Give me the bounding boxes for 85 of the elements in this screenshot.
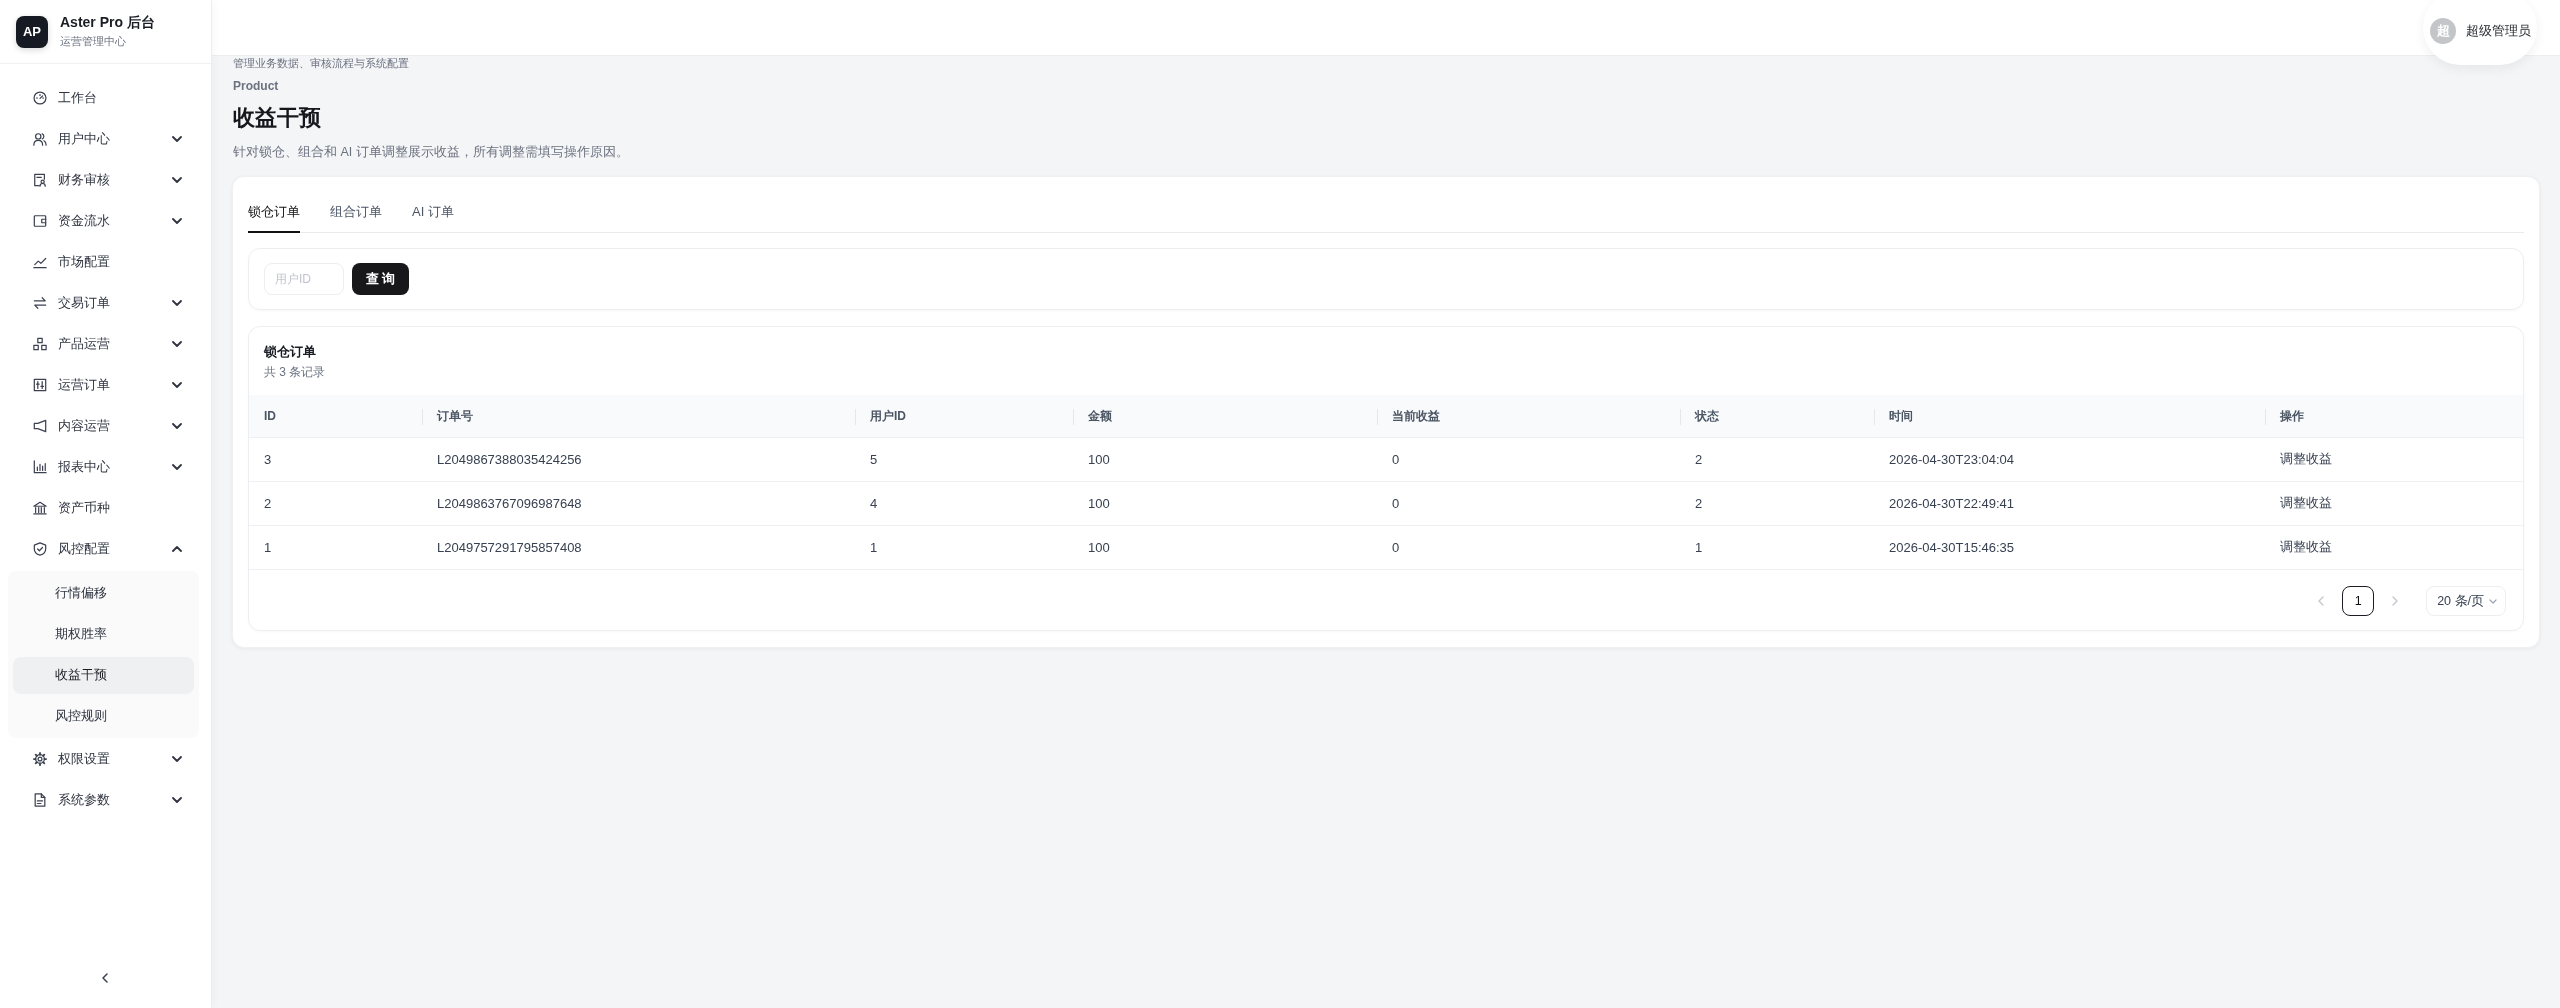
table-cell: 2: [1680, 438, 1874, 482]
nav-item[interactable]: 内容运营: [0, 405, 211, 446]
table-cell: L2049757291795857408: [422, 526, 855, 570]
nav-item[interactable]: 系统参数: [0, 779, 211, 820]
table-cell: 5: [855, 438, 1073, 482]
bar-chart-icon: [33, 459, 47, 474]
table-cell: 100: [1073, 438, 1377, 482]
sliders-icon: [33, 377, 47, 392]
page-button[interactable]: 1: [2342, 586, 2375, 616]
gauge-icon: [33, 90, 47, 105]
query-button[interactable]: 查 询: [352, 263, 409, 295]
table-cell: 1: [1680, 526, 1874, 570]
tab[interactable]: 锁仓订单: [248, 193, 300, 233]
bank-icon: [33, 500, 47, 515]
submenu-item[interactable]: 风控规则: [13, 697, 194, 735]
nav-item[interactable]: 市场配置: [0, 241, 211, 282]
submenu-item[interactable]: 行情偏移: [13, 574, 194, 612]
user-name: 超级管理员: [2466, 22, 2531, 40]
nav-item[interactable]: 运营订单: [0, 364, 211, 405]
app-subtitle: 运营管理中心: [60, 33, 127, 48]
avatar: 超: [2430, 18, 2456, 44]
table-cell: 2026-04-30T15:46:35: [1874, 526, 2265, 570]
adjust-link[interactable]: 调整收益: [2280, 495, 2332, 512]
page-title: 收益干预: [233, 104, 322, 132]
megaphone-icon: [33, 418, 47, 433]
submenu-item[interactable]: 期权胜率: [13, 615, 194, 653]
page-description: 针对锁仓、组合和 AI 订单调整展示收益，所有调整需填写操作原因。: [233, 144, 630, 161]
table-cell: 1: [249, 526, 422, 570]
caret-down-icon: [2489, 598, 2497, 604]
table-cell: 4: [855, 482, 1073, 526]
record-count: 共 3 条记录: [264, 364, 327, 381]
page-size-select[interactable]: 20 条/页: [2426, 586, 2506, 616]
adjust-link[interactable]: 调整收益: [2280, 539, 2332, 556]
boxes-icon: [33, 336, 47, 351]
tab[interactable]: AI 订单: [412, 193, 454, 233]
nav-item[interactable]: 风控配置: [0, 528, 211, 569]
table-cell: 100: [1073, 526, 1377, 570]
chevron-left-icon: [2318, 596, 2325, 606]
column-header: 状态: [1680, 395, 1874, 438]
adjust-link[interactable]: 调整收益: [2280, 451, 2332, 468]
table-cell: 2: [1680, 482, 1874, 526]
column-header: 订单号: [422, 395, 855, 438]
table-cell: 2: [249, 482, 422, 526]
table-cell: L2049863767096987648: [422, 482, 855, 526]
column-header: 用户ID: [855, 395, 1073, 438]
table-title: 锁仓订单: [264, 343, 317, 361]
nav-item[interactable]: 资金流水: [0, 200, 211, 241]
column-header: 当前收益: [1377, 395, 1680, 438]
file-user-icon: [33, 172, 47, 187]
logo: AP: [16, 15, 48, 48]
table-cell: 100: [1073, 482, 1377, 526]
users-icon: [33, 131, 47, 146]
table-cell: 2026-04-30T22:49:41: [1874, 482, 2265, 526]
nav-item[interactable]: 资产币种: [0, 487, 211, 528]
file-icon: [33, 792, 47, 807]
gear-icon: [33, 751, 47, 766]
submenu-item[interactable]: 收益干预: [13, 656, 194, 694]
nav-item[interactable]: 工作台: [0, 77, 211, 118]
nav-item[interactable]: 交易订单: [0, 282, 211, 323]
column-header: ID: [249, 395, 422, 438]
user-id-field[interactable]: 用户ID: [264, 263, 344, 295]
table-cell: 1: [855, 526, 1073, 570]
column-header: 操作: [2265, 395, 2523, 438]
nav-item[interactable]: 权限设置: [0, 738, 211, 779]
column-header: 时间: [1874, 395, 2265, 438]
wallet-icon: [33, 213, 47, 228]
shield-check-icon: [33, 541, 47, 556]
tab[interactable]: 组合订单: [330, 193, 382, 233]
table-cell: 0: [1377, 438, 1680, 482]
table-cell: 2026-04-30T23:04:04: [1874, 438, 2265, 482]
nav-item[interactable]: 财务审核: [0, 159, 211, 200]
page-subheading: 管理业务数据、审核流程与系统配置: [233, 56, 410, 70]
nav-item[interactable]: 用户中心: [0, 118, 211, 159]
section-label: Product: [233, 78, 280, 94]
user-menu[interactable]: 超 超级管理员: [2423, 0, 2537, 65]
chevron-right-icon: [2392, 596, 2399, 606]
chevron-left-icon: [102, 973, 108, 983]
nav-item[interactable]: 报表中心: [0, 446, 211, 487]
table-cell: 0: [1377, 526, 1680, 570]
nav-item[interactable]: 产品运营: [0, 323, 211, 364]
table-cell: 0: [1377, 482, 1680, 526]
table-cell: 3: [249, 438, 422, 482]
table-cell: L2049867388035424256: [422, 438, 855, 482]
app-title: Aster Pro 后台: [60, 12, 155, 31]
column-header: 金额: [1073, 395, 1377, 438]
